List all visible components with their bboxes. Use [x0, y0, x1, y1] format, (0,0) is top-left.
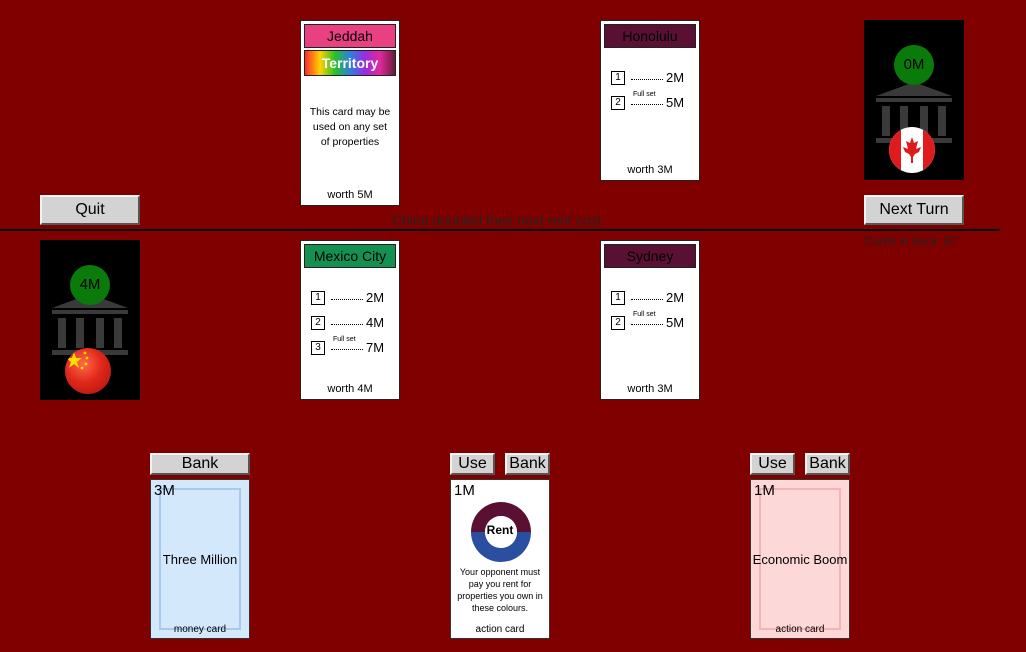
- full-set-label: Full set: [333, 336, 356, 343]
- bank-button[interactable]: Bank: [505, 453, 550, 475]
- property-card-mexico-city[interactable]: Mexico City 1 2M 2 4M 3 Full set 7M wort…: [300, 240, 400, 400]
- rent-row: 3 Full set 7M: [311, 336, 401, 355]
- card-worth: worth 5M: [327, 189, 373, 201]
- full-set-label: Full set: [633, 91, 656, 98]
- territory-label: Territory: [304, 50, 396, 76]
- card-name: Economic Boom: [752, 552, 848, 567]
- rent-count: 3: [311, 341, 325, 355]
- use-button[interactable]: Use: [450, 453, 495, 475]
- rent-amount: 5M: [666, 315, 685, 330]
- card-worth: worth 3M: [627, 383, 673, 395]
- card-worth: worth 3M: [627, 164, 673, 176]
- card-name: Rent: [486, 523, 514, 537]
- rent-row: 1 2M: [611, 290, 701, 305]
- rent-row: 2 Full set 5M: [611, 91, 701, 110]
- rent-row: 1 2M: [311, 290, 401, 305]
- rent-count: 1: [611, 291, 625, 305]
- rent-count: 1: [611, 71, 625, 85]
- opponent-panel: 0M: [864, 20, 964, 180]
- hand-card-rent[interactable]: 1M Rent Your opponent must pay you rent …: [450, 479, 550, 639]
- rent-row: 1 2M: [611, 70, 701, 85]
- card-worth: worth 4M: [327, 383, 373, 395]
- canada-flag-icon: [889, 127, 935, 173]
- rent-count: 1: [311, 291, 325, 305]
- hand-card-economic-boom[interactable]: 1M Economic Boom action card: [750, 479, 850, 639]
- card-band: Mexico City: [304, 244, 396, 268]
- next-turn-button[interactable]: Next Turn: [864, 195, 964, 225]
- card-name: Three Million: [162, 552, 238, 567]
- card-type: action card: [775, 624, 825, 635]
- bank-button[interactable]: Bank: [805, 453, 850, 475]
- card-description: This card may be used on any set of prop…: [309, 106, 391, 148]
- quit-button[interactable]: Quit: [40, 195, 140, 225]
- china-flag-icon: [65, 348, 111, 394]
- card-value: 1M: [454, 482, 475, 499]
- property-card-jeddah[interactable]: Jeddah Territory This card may be used o…: [300, 20, 400, 206]
- card-value: 3M: [154, 482, 175, 499]
- use-button[interactable]: Use: [750, 453, 795, 475]
- hand-card-money[interactable]: 3M Three Million money card: [150, 479, 250, 639]
- card-band: Honolulu: [604, 24, 696, 48]
- rent-amount: 5M: [666, 95, 685, 110]
- rent-amount: 2M: [666, 70, 685, 85]
- property-card-sydney[interactable]: Sydney 1 2M 2 Full set 5M worth 3M: [600, 240, 700, 400]
- card-band: Jeddah: [304, 24, 396, 48]
- rent-amount: 4M: [366, 315, 385, 330]
- card-description: Your opponent must pay you rent for prop…: [457, 567, 543, 613]
- board-divider: [0, 229, 1000, 231]
- player-bank-total: 4M: [70, 265, 110, 305]
- full-set-label: Full set: [633, 311, 656, 318]
- rent-count: 2: [611, 96, 625, 110]
- rent-amount: 7M: [366, 340, 385, 355]
- opponent-bank-total: 0M: [894, 45, 934, 85]
- card-value: 1M: [754, 482, 775, 499]
- property-card-honolulu[interactable]: Honolulu 1 2M 2 Full set 5M worth 3M: [600, 20, 700, 181]
- rent-amount: 2M: [666, 290, 685, 305]
- status-message: China doubled their next rent cost.: [392, 212, 606, 228]
- card-type: action card: [475, 624, 525, 635]
- card-band: Sydney: [604, 244, 696, 268]
- rent-count: 2: [611, 316, 625, 330]
- rent-amount: 2M: [366, 290, 385, 305]
- bank-button[interactable]: Bank: [150, 453, 250, 475]
- rent-row: 2 4M: [311, 315, 401, 330]
- rent-count: 2: [311, 316, 325, 330]
- deck-count: Cards in deck: 67: [864, 234, 958, 248]
- player-panel: 4M: [40, 240, 140, 400]
- rent-row: 2 Full set 5M: [611, 311, 701, 330]
- card-type: money card: [173, 624, 227, 635]
